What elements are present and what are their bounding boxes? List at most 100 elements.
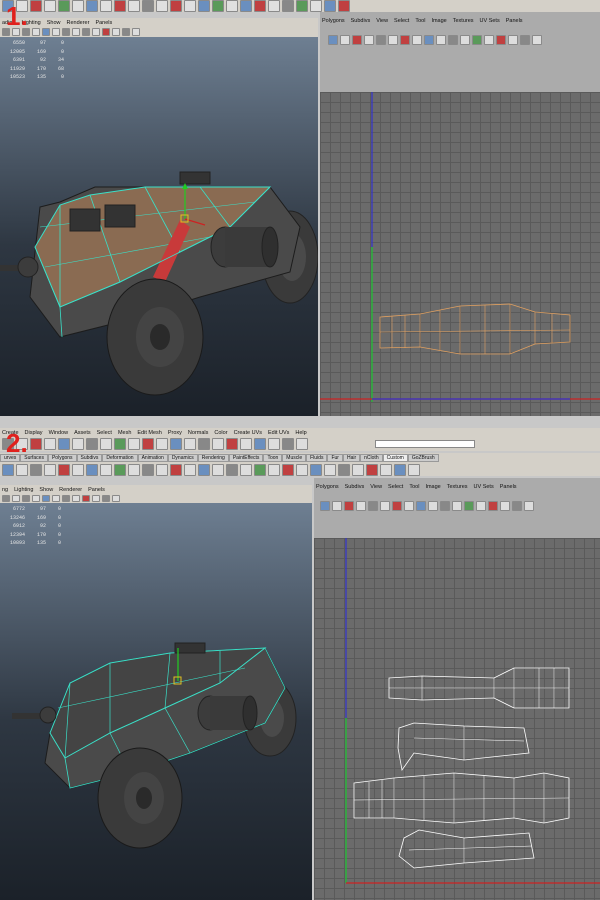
panel-tool-icon[interactable] [92, 495, 100, 502]
uv-tool-icon[interactable] [388, 35, 398, 45]
uv-shells-2[interactable] [314, 538, 600, 900]
uv-tool-icon[interactable] [392, 501, 402, 511]
panel-tool-icon[interactable] [82, 495, 90, 502]
main-menu-item[interactable]: Select [97, 430, 112, 436]
uv-menu-item[interactable]: Subdivs [345, 484, 365, 490]
main-menu-item[interactable]: Edit Mesh [137, 430, 161, 436]
tool-icon[interactable] [58, 0, 70, 12]
panel-tool-icon[interactable] [42, 495, 50, 502]
tool-icon[interactable] [44, 0, 56, 12]
shelf-icon[interactable] [86, 463, 98, 476]
panel-menu-item[interactable]: Show [39, 487, 53, 493]
tool-icon[interactable] [30, 438, 42, 450]
shelf-icon[interactable] [324, 463, 336, 476]
uv-tool-icon[interactable] [508, 35, 518, 45]
main-menu-item[interactable]: Normals [188, 430, 208, 436]
tool-icon[interactable] [198, 0, 210, 12]
panel-tool-icon[interactable] [52, 495, 60, 502]
shelf-icon[interactable] [198, 463, 210, 476]
tool-icon[interactable] [282, 0, 294, 12]
uv-tool-icon[interactable] [512, 501, 522, 511]
tool-icon[interactable] [198, 438, 210, 450]
panel-tool-icon[interactable] [52, 28, 60, 36]
panel-tool-icon[interactable] [72, 495, 80, 502]
shelf-icon[interactable] [142, 463, 154, 476]
tool-icon[interactable] [156, 438, 168, 450]
panel-tool-icon[interactable] [12, 495, 20, 502]
panel-tool-icon[interactable] [62, 495, 70, 502]
uv-tool-icon[interactable] [440, 501, 450, 511]
shelf-icon[interactable] [72, 463, 84, 476]
panel-menu-item[interactable]: Renderer [59, 487, 82, 493]
main-menu-item[interactable]: Assets [74, 430, 91, 436]
panel-tool-icon[interactable] [22, 495, 30, 502]
uv-menu-item[interactable]: Image [425, 484, 440, 490]
uv-tool-icon[interactable] [500, 501, 510, 511]
panel-menu-item[interactable]: Panels [88, 487, 105, 493]
shelf-tab[interactable]: Muscle [282, 454, 307, 462]
shelf-icon[interactable] [366, 463, 378, 476]
panel-tool-icon[interactable] [82, 28, 90, 36]
uv-menu-item[interactable]: Panels [506, 18, 523, 24]
uv-menu-item[interactable]: Tool [415, 18, 425, 24]
uv-tool-icon[interactable] [340, 35, 350, 45]
uv-tool-icon[interactable] [412, 35, 422, 45]
tool-icon[interactable] [254, 438, 266, 450]
shelf-tab[interactable]: Dynamics [167, 454, 198, 462]
tool-icon[interactable] [184, 0, 196, 12]
tool-icon[interactable] [254, 0, 266, 12]
uv-tool-icon[interactable] [332, 501, 342, 511]
tool-icon[interactable] [296, 438, 308, 450]
panel-tool-icon[interactable] [112, 495, 120, 502]
shelf-tab[interactable]: Hair [342, 454, 361, 462]
uv-tool-icon[interactable] [484, 35, 494, 45]
uv-tool-icon[interactable] [344, 501, 354, 511]
tool-icon[interactable] [338, 0, 350, 12]
tool-icon[interactable] [128, 438, 140, 450]
shelf-tab[interactable]: Rendering [197, 454, 229, 462]
uv-tool-icon[interactable] [488, 501, 498, 511]
tool-icon[interactable] [100, 438, 112, 450]
shelf-icon[interactable] [282, 463, 294, 476]
main-menu-item[interactable]: Color [214, 430, 227, 436]
uv-tool-icon[interactable] [404, 501, 414, 511]
shelf-icon[interactable] [296, 463, 308, 476]
tool-icon[interactable] [296, 0, 308, 12]
shelf-icon[interactable] [30, 463, 42, 476]
shelf-icon[interactable] [352, 463, 364, 476]
uv-menu-item[interactable]: Image [431, 18, 446, 24]
uv-tool-icon[interactable] [532, 35, 542, 45]
shelf-icon[interactable] [114, 463, 126, 476]
shelf-tab[interactable]: GoZBrush [407, 454, 439, 462]
uv-tool-icon[interactable] [524, 501, 534, 511]
perspective-viewport-1[interactable]: 6550 97 0 12005 169 0 6391 92 34 11929 170 68 10… [0, 37, 318, 416]
panel-tool-icon[interactable] [132, 28, 140, 36]
shelf-icon[interactable] [394, 463, 406, 476]
tool-icon[interactable] [226, 0, 238, 12]
tool-icon[interactable] [72, 0, 84, 12]
shelf-tab[interactable]: Deformation [102, 454, 138, 462]
shelf-tab[interactable]: nCloth [360, 454, 383, 462]
shelf-icon[interactable] [212, 463, 224, 476]
tool-icon[interactable] [226, 438, 238, 450]
uv-menu-item[interactable]: Tool [409, 484, 419, 490]
panel-tool-icon[interactable] [102, 495, 110, 502]
uv-grid-2[interactable] [314, 538, 600, 900]
tool-icon[interactable] [212, 0, 224, 12]
tool-icon[interactable] [156, 0, 168, 12]
main-menu-item[interactable]: Window [49, 430, 69, 436]
tool-icon[interactable] [282, 438, 294, 450]
tool-icon[interactable] [212, 438, 224, 450]
panel-tool-icon[interactable] [112, 28, 120, 36]
panel-tool-icon[interactable] [32, 28, 40, 36]
shelf-icon[interactable] [156, 463, 168, 476]
uv-menu-item[interactable]: Subdivs [351, 18, 371, 24]
uv-menu-item[interactable]: UV Sets [480, 18, 500, 24]
tool-icon[interactable] [100, 0, 112, 12]
uv-menu-item[interactable]: View [376, 18, 388, 24]
shelf-icon[interactable] [184, 463, 196, 476]
tool-icon[interactable] [324, 0, 336, 12]
uv-menu-item[interactable]: Select [394, 18, 409, 24]
main-menu-item[interactable]: Edit UVs [268, 430, 289, 436]
uv-menu-item[interactable]: Textures [447, 484, 468, 490]
